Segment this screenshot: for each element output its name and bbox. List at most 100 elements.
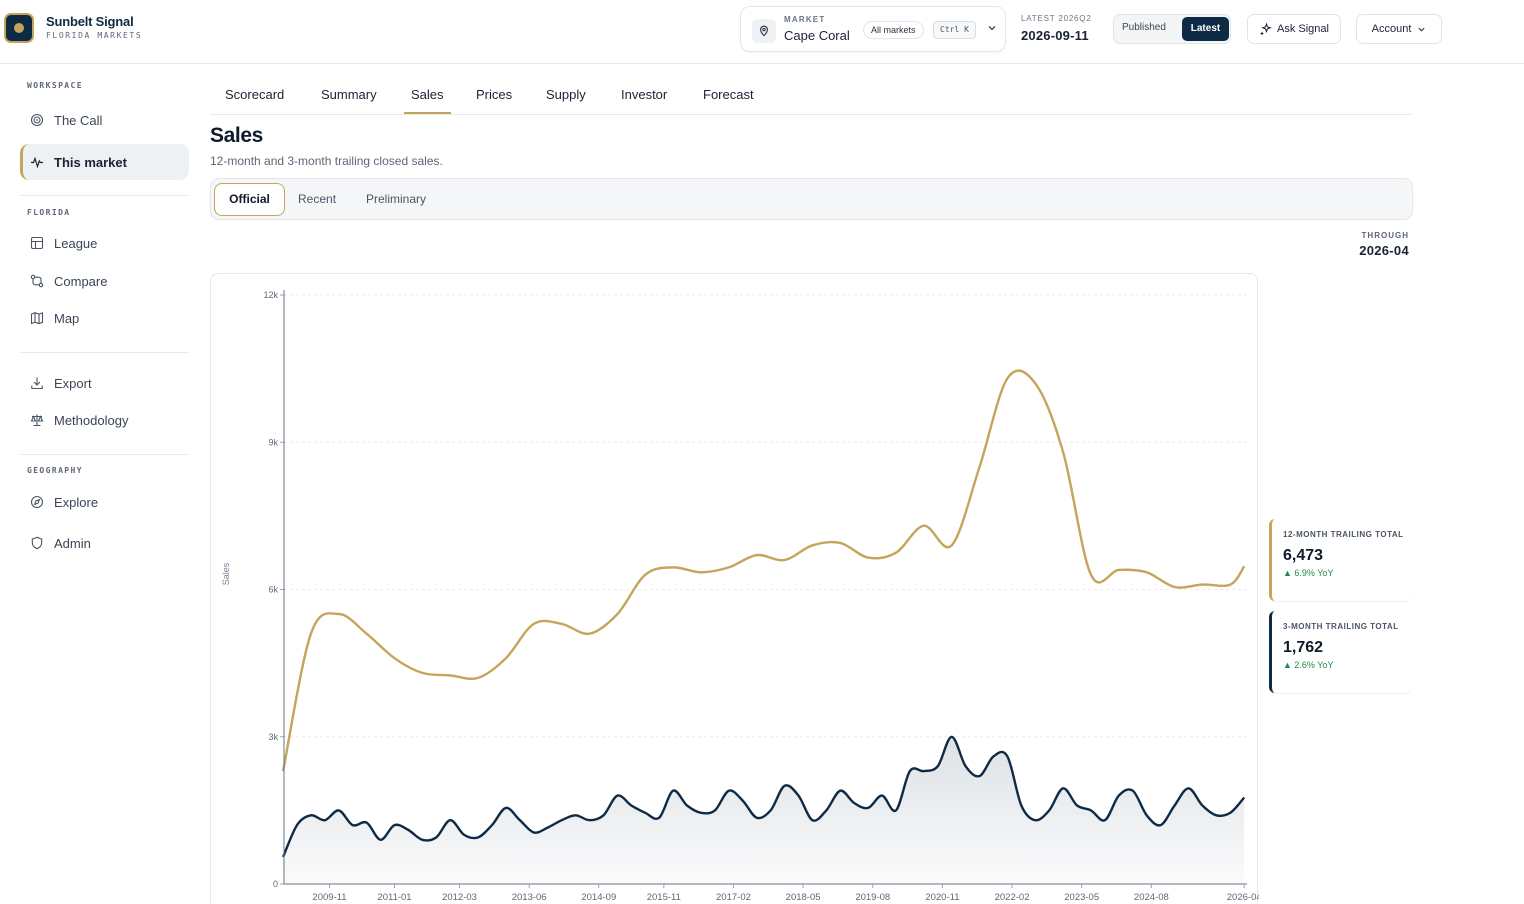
table-icon xyxy=(30,236,44,250)
latest-label: LATEST 2026Q2 xyxy=(1021,14,1092,23)
published-button[interactable]: Published xyxy=(1122,22,1166,33)
compass-icon xyxy=(30,495,44,509)
segment-official[interactable]: Official xyxy=(214,183,285,216)
sidebar-item-label: Explore xyxy=(54,494,99,510)
page-title: Sales xyxy=(210,124,263,147)
x-tick-label: 2023-05 xyxy=(1064,892,1099,903)
market-value: Cape Coral xyxy=(784,28,850,43)
sidebar-item-methodology[interactable]: Methodology xyxy=(20,402,189,438)
shield-icon xyxy=(31,536,43,550)
brand-subtitle: FLORIDA MARKETS xyxy=(46,31,143,40)
tab-forecast[interactable]: Forecast xyxy=(703,87,754,102)
tab-scorecard[interactable]: Scorecard xyxy=(225,87,284,102)
compare-icon xyxy=(30,274,44,288)
x-tick-label: 2014-09 xyxy=(581,892,616,903)
x-tick-label: 2026-04 xyxy=(1227,892,1259,903)
tab-summary[interactable]: Summary xyxy=(321,87,377,102)
latest-release: LATEST 2026Q2 2026-09-11 xyxy=(1021,14,1092,43)
section-florida: FLORIDA xyxy=(27,208,71,217)
ask-signal-button[interactable]: Ask Signal xyxy=(1247,14,1341,44)
sidebar-item-admin[interactable]: Admin xyxy=(20,525,189,561)
x-tick-label: 2011-01 xyxy=(377,892,411,903)
brand-name: Sunbelt Signal xyxy=(46,14,134,29)
chevron-down-icon xyxy=(1418,27,1425,32)
sidebar-item-label: League xyxy=(54,235,98,251)
tab-prices[interactable]: Prices xyxy=(476,87,512,102)
download-icon xyxy=(31,377,43,390)
y-tick-label: 9k xyxy=(268,437,278,447)
through-value: 2026-04 xyxy=(1359,243,1409,258)
sidebar-divider xyxy=(20,352,189,353)
sidebar-item-compare[interactable]: Compare xyxy=(20,263,189,299)
section-workspace: WORKSPACE xyxy=(27,81,83,90)
sidebar: WORKSPACE The Call This market FLORIDA L… xyxy=(0,64,200,904)
ask-signal-label: Ask Signal xyxy=(1277,23,1329,35)
keyboard-shortcut: Ctrl K xyxy=(933,21,976,39)
sidebar-item-label: Compare xyxy=(54,273,108,289)
latest-date: 2026-09-11 xyxy=(1021,28,1089,43)
chevron-down-icon xyxy=(988,26,996,31)
map-icon xyxy=(30,312,44,325)
stat-label: 12-MONTH TRAILING TOTAL xyxy=(1283,530,1404,539)
sidebar-item-label: This market xyxy=(54,154,127,170)
tab-investor[interactable]: Investor xyxy=(621,87,667,102)
stat-yoy-change: ▲ 6.9% YoY xyxy=(1283,568,1334,578)
sidebar-item-league[interactable]: League xyxy=(20,225,189,261)
through-date: THROUGH 2026-04 xyxy=(1359,231,1409,258)
twelve-month-trailing-line xyxy=(281,369,1246,772)
active-tab-indicator xyxy=(404,112,451,114)
release-segmented-control: Official Recent Preliminary xyxy=(210,178,1413,220)
sidebar-item-label: Admin xyxy=(54,535,91,551)
x-tick-label: 2020-11 xyxy=(925,892,959,903)
account-label: Account xyxy=(1371,23,1412,35)
y-tick-label: 12k xyxy=(263,290,278,300)
x-tick-label: 2013-06 xyxy=(512,892,547,903)
target-icon xyxy=(30,113,44,127)
sales-chart-svg: 0 3k 6k 9k 12k 2009-11 2011-01 2012-03 2013-06 20… xyxy=(221,290,1259,903)
sidebar-divider xyxy=(20,454,189,455)
sales-chart: 0 3k 6k 9k 12k 2009-11 2011-01 2012-03 2013-06 20… xyxy=(210,273,1259,904)
account-menu[interactable]: Account xyxy=(1356,14,1442,44)
segment-recent[interactable]: Recent xyxy=(298,183,336,216)
page-subtitle: 12-month and 3-month trailing closed sal… xyxy=(210,154,443,168)
stat-card-12-month: 12-MONTH TRAILING TOTAL 6,473 ▲ 6.9% YoY xyxy=(1269,519,1411,601)
sidebar-item-label: The Call xyxy=(54,112,103,128)
x-tick-label: 2018-05 xyxy=(786,892,821,903)
sidebar-divider xyxy=(20,195,189,196)
market-selector[interactable]: MARKET Cape Coral All markets Ctrl K xyxy=(740,6,1006,52)
brand-logo xyxy=(4,13,34,43)
tab-supply[interactable]: Supply xyxy=(546,87,586,102)
stat-value: 6,473 xyxy=(1283,547,1324,564)
x-tick-label: 2022-02 xyxy=(995,892,1030,903)
latest-button[interactable]: Latest xyxy=(1182,17,1229,41)
y-tick-label: 3k xyxy=(268,732,278,742)
top-bar: Sunbelt Signal FLORIDA MARKETS MARKET Ca… xyxy=(0,0,1524,64)
sidebar-item-export[interactable]: Export xyxy=(20,365,189,401)
stat-card-3-month: 3-MONTH TRAILING TOTAL 1,762 ▲ 2.6% YoY xyxy=(1269,611,1411,693)
three-month-area xyxy=(283,736,1245,884)
market-label: MARKET xyxy=(784,15,826,24)
x-tick-label: 2015-11 xyxy=(647,892,681,903)
y-tick-label: 6k xyxy=(268,585,278,595)
sidebar-item-this-market[interactable]: This market xyxy=(20,144,189,180)
section-geography: GEOGRAPHY xyxy=(27,466,83,475)
x-tick-label: 2019-08 xyxy=(855,892,890,903)
sidebar-item-explore[interactable]: Explore xyxy=(20,484,189,520)
brand[interactable]: Sunbelt Signal FLORIDA MARKETS xyxy=(4,13,142,43)
stat-label: 3-MONTH TRAILING TOTAL xyxy=(1283,622,1399,631)
x-tick-label: 2009-11 xyxy=(312,892,346,903)
sidebar-item-label: Methodology xyxy=(54,412,129,428)
y-axis-label: Sales xyxy=(221,562,231,585)
all-markets-chip[interactable]: All markets xyxy=(863,21,924,39)
stat-yoy-change: ▲ 2.6% YoY xyxy=(1283,660,1334,670)
stat-value: 1,762 xyxy=(1283,639,1324,656)
y-tick-label: 0 xyxy=(273,879,278,889)
tab-sales[interactable]: Sales xyxy=(411,87,444,102)
sidebar-item-label: Export xyxy=(54,375,92,391)
location-pin-icon xyxy=(752,19,776,43)
sparkle-icon xyxy=(1260,22,1272,35)
sidebar-item-map[interactable]: Map xyxy=(20,300,189,336)
through-label: THROUGH xyxy=(1361,231,1409,240)
sidebar-item-the-call[interactable]: The Call xyxy=(20,102,189,138)
segment-preliminary[interactable]: Preliminary xyxy=(366,183,426,216)
